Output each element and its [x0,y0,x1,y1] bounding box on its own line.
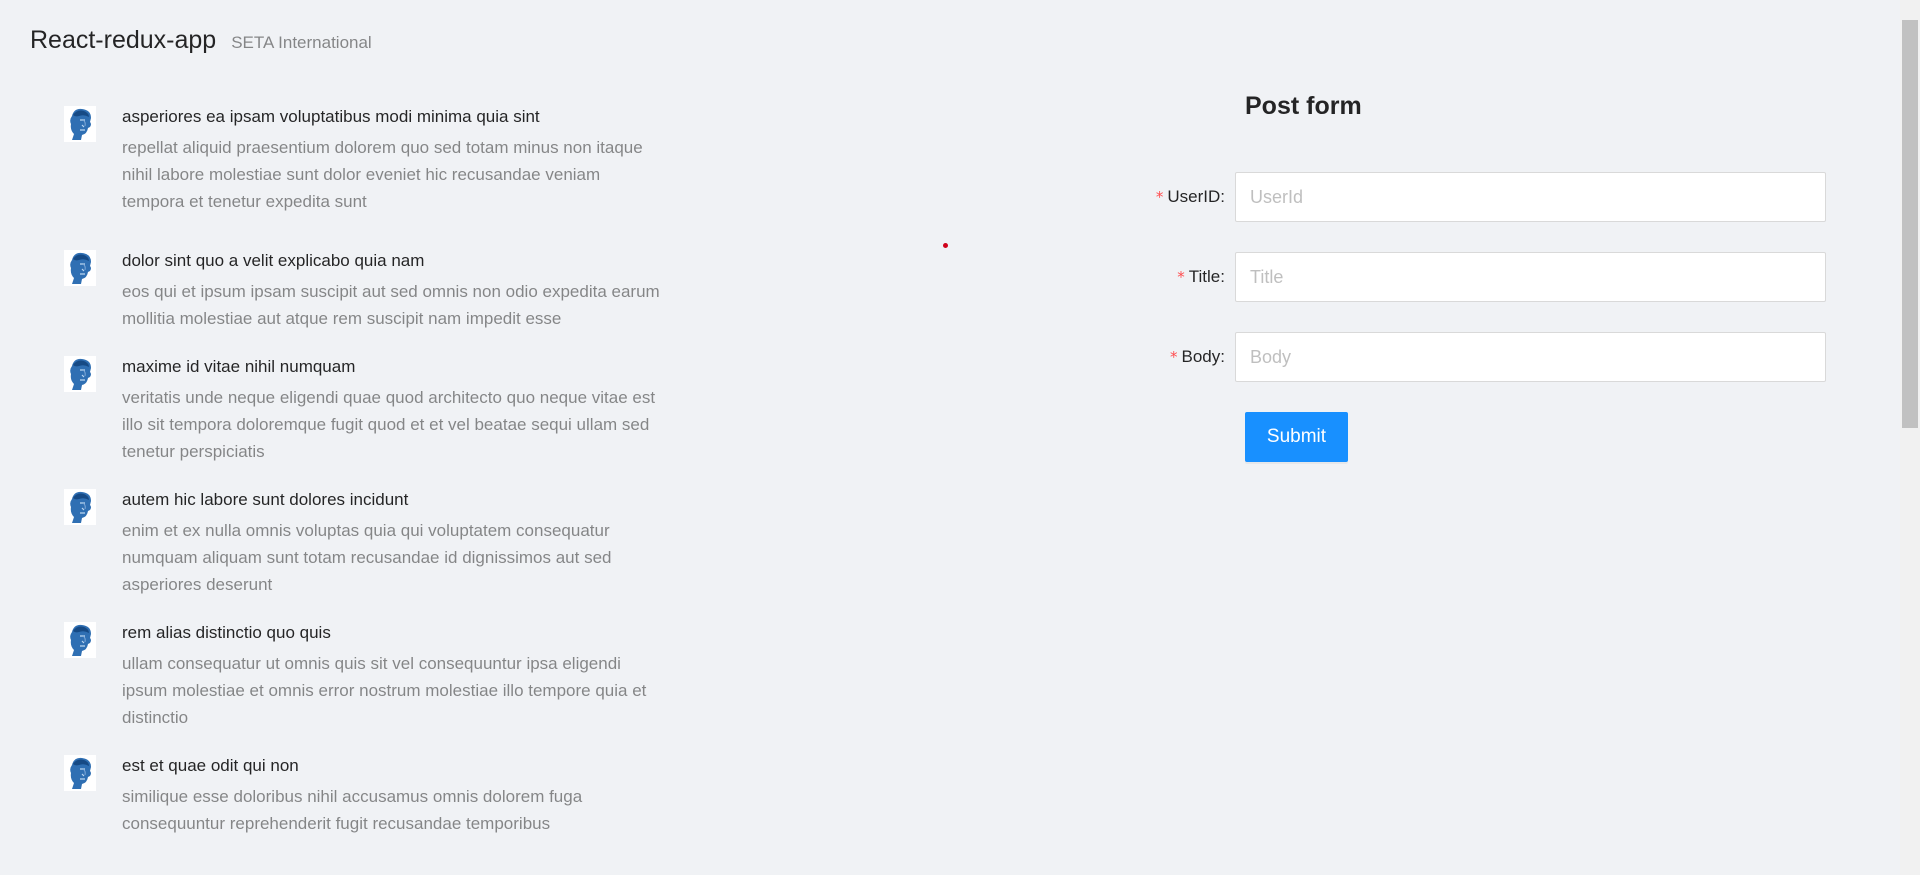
label-colon: : [1220,347,1225,366]
post-body: similique esse doloribus nihil accusamus… [122,787,583,833]
required-mark: * [1155,188,1164,206]
avatar-icon [64,622,96,658]
title-input[interactable] [1235,252,1826,302]
post-title: dolor sint quo a velit explicabo quia na… [122,251,425,270]
form-heading: Post form [1245,92,1362,120]
avatar-icon [64,106,96,142]
post-body: veritatis unde neque eligendi quae quod … [122,388,656,461]
post-title: asperiores ea ipsam voluptatibus modi mi… [122,107,540,126]
body-form-row: * Body: [1100,332,1840,382]
userid-label: * UserID: [1100,187,1235,207]
body-input[interactable] [1235,332,1826,382]
post-title: est et quae odit qui non [122,756,299,775]
post-content: autem hic labore sunt dolores incidunt e… [122,487,662,598]
app-header: React-redux-app SETA International [30,26,372,55]
post-content: rem alias distinctio quo quis ullam cons… [122,620,662,731]
post-body: repellat aliquid praesentium dolorem quo… [122,138,643,211]
post-content: dolor sint quo a velit explicabo quia na… [122,248,662,332]
userid-label-text: UserID [1167,187,1221,206]
post-title: rem alias distinctio quo quis [122,623,331,642]
post-item: est et quae odit qui non similique esse … [64,753,664,837]
post-content: est et quae odit qui non similique esse … [122,753,662,837]
post-body: ullam consequatur ut omnis quis sit vel … [122,654,647,727]
post-content: asperiores ea ipsam voluptatibus modi mi… [122,104,662,215]
post-title: autem hic labore sunt dolores incidunt [122,490,409,509]
post-content: maxime id vitae nihil numquam veritatis … [122,354,662,465]
post-list: asperiores ea ipsam voluptatibus modi mi… [64,104,664,859]
scrollbar-thumb[interactable] [1902,20,1918,428]
app-subtitle: SETA International [231,33,372,52]
avatar-icon [64,489,96,525]
avatar-icon [64,250,96,286]
required-mark: * [1177,268,1185,286]
avatar-icon [64,755,96,791]
title-form-row: * Title: [1100,252,1840,302]
required-mark: * [1170,348,1178,366]
body-label: * Body: [1100,347,1235,367]
post-item: autem hic labore sunt dolores incidunt e… [64,487,664,598]
post-title: maxime id vitae nihil numquam [122,357,356,376]
page: React-redux-app SETA International asper… [0,0,1920,875]
submit-button[interactable]: Submit [1245,412,1348,462]
label-colon: : [1220,187,1225,206]
avatar-icon [64,356,96,392]
label-colon: : [1220,267,1225,286]
scrollbar[interactable] [1900,0,1920,875]
post-item: dolor sint quo a velit explicabo quia na… [64,248,664,332]
post-item: rem alias distinctio quo quis ullam cons… [64,620,664,731]
title-label: * Title: [1100,267,1235,287]
title-label-text: Title [1188,267,1221,286]
cursor-dot [943,243,948,248]
userid-form-row: * UserID: [1100,172,1840,222]
post-body: enim et ex nulla omnis voluptas quia qui… [122,521,612,594]
app-title: React-redux-app [30,26,217,54]
post-item: asperiores ea ipsam voluptatibus modi mi… [64,104,664,226]
userid-input[interactable] [1235,172,1826,222]
body-label-text: Body [1181,347,1221,366]
post-body: eos qui et ipsum ipsam suscipit aut sed … [122,282,660,328]
post-item: maxime id vitae nihil numquam veritatis … [64,354,664,465]
